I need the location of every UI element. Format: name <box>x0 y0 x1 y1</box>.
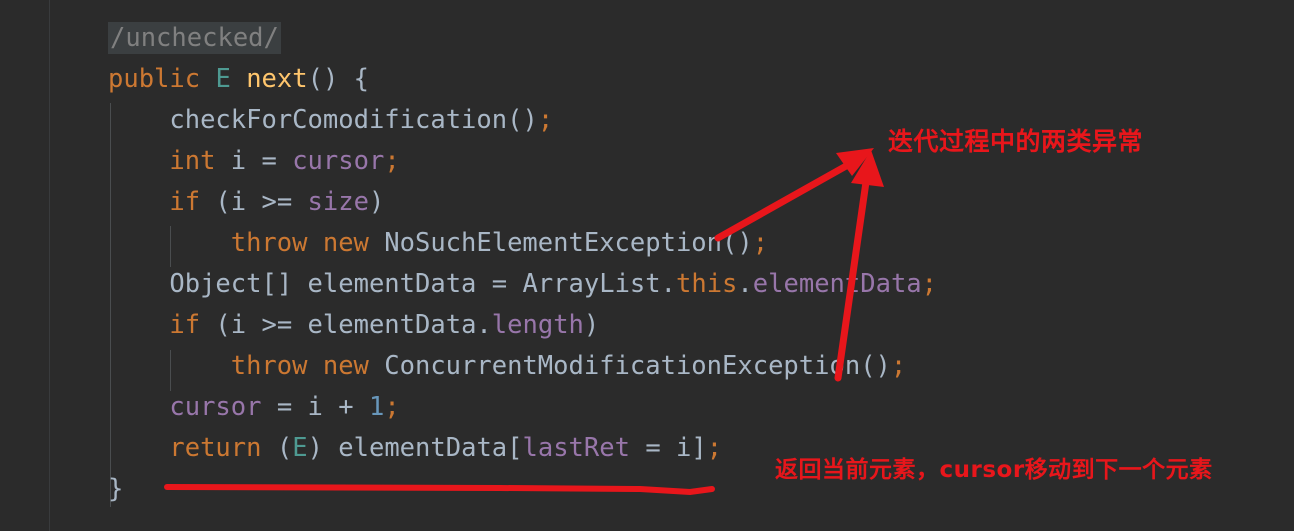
code-token: cursor <box>169 392 262 422</box>
code-token: lastRet <box>522 433 630 463</box>
line-throw-nosuchelement[interactable]: throw new NoSuchElementException(); <box>0 223 1294 264</box>
code-token: ; <box>384 146 400 176</box>
code-token: ; <box>384 392 400 422</box>
code-token: ConcurrentModificationException <box>368 351 861 381</box>
annotation-exceptions-note: 迭代过程中的两类异常 <box>888 127 1144 156</box>
line-if-i-ge-length[interactable]: if (i >= elementData.length) <box>0 305 1294 346</box>
code-token: ; <box>890 351 907 381</box>
code-token: ; <box>921 269 938 299</box>
code-token: = i] <box>629 433 707 463</box>
code-token: throw <box>230 351 308 381</box>
code-token: new <box>322 228 369 258</box>
code-token: public <box>108 64 201 94</box>
code-token: () <box>722 228 753 258</box>
line-method-signature[interactable]: public E next() { <box>0 59 1294 100</box>
code-token: ; <box>752 228 769 258</box>
code-token: cursor <box>292 146 385 176</box>
code-token: if <box>169 310 201 340</box>
line-if-i-ge-size[interactable]: if (i >= size) <box>0 182 1294 223</box>
code-token: this <box>676 269 738 299</box>
code-token: = i + <box>261 392 369 422</box>
code-token: /unchecked/ <box>108 22 281 54</box>
code-token: () <box>860 351 891 381</box>
code-token: checkForComodification <box>169 105 508 135</box>
annotation-return-note: 返回当前元素，cursor移动到下一个元素 <box>775 457 1213 483</box>
code-token: NoSuchElementException <box>368 228 723 258</box>
code-token: Object[] elementData = ArrayList. <box>169 269 676 299</box>
code-token: . <box>737 269 753 299</box>
code-token: (i >= <box>200 187 308 217</box>
code-token: int <box>169 146 216 176</box>
code-token: ; <box>706 433 723 463</box>
line-annotation-unchecked[interactable]: /unchecked/ <box>0 18 1294 59</box>
code-token: E <box>215 64 231 94</box>
code-token: (i >= elementData. <box>200 310 492 340</box>
line-throw-concurrentmodification[interactable]: throw new ConcurrentModificationExceptio… <box>0 346 1294 387</box>
code-token: return <box>169 433 262 463</box>
code-token: throw <box>230 228 308 258</box>
line-object-array-elementdata[interactable]: Object[] elementData = ArrayList.this.el… <box>0 264 1294 305</box>
code-token: 1 <box>368 392 385 422</box>
code-token: ( <box>261 433 293 463</box>
code-token: E <box>292 433 308 463</box>
code-token: next <box>246 64 308 94</box>
code-token: new <box>322 351 369 381</box>
code-token: elementData <box>752 269 922 299</box>
code-token: ) <box>368 187 385 217</box>
code-token: } <box>108 474 124 504</box>
line-cursor-assign[interactable]: cursor = i + 1; <box>0 387 1294 428</box>
code-editor-screenshot: /unchecked/public E next() { checkForComo… <box>0 0 1294 531</box>
code-token: i = <box>215 146 293 176</box>
code-token: () <box>507 105 538 135</box>
code-token: size <box>307 187 369 217</box>
code-token: () { <box>307 64 370 94</box>
code-token: ; <box>537 105 554 135</box>
code-token: ) elementData[ <box>307 433 523 463</box>
code-token: ) <box>583 310 600 340</box>
code-token: if <box>169 187 201 217</box>
code-token: length <box>491 310 584 340</box>
